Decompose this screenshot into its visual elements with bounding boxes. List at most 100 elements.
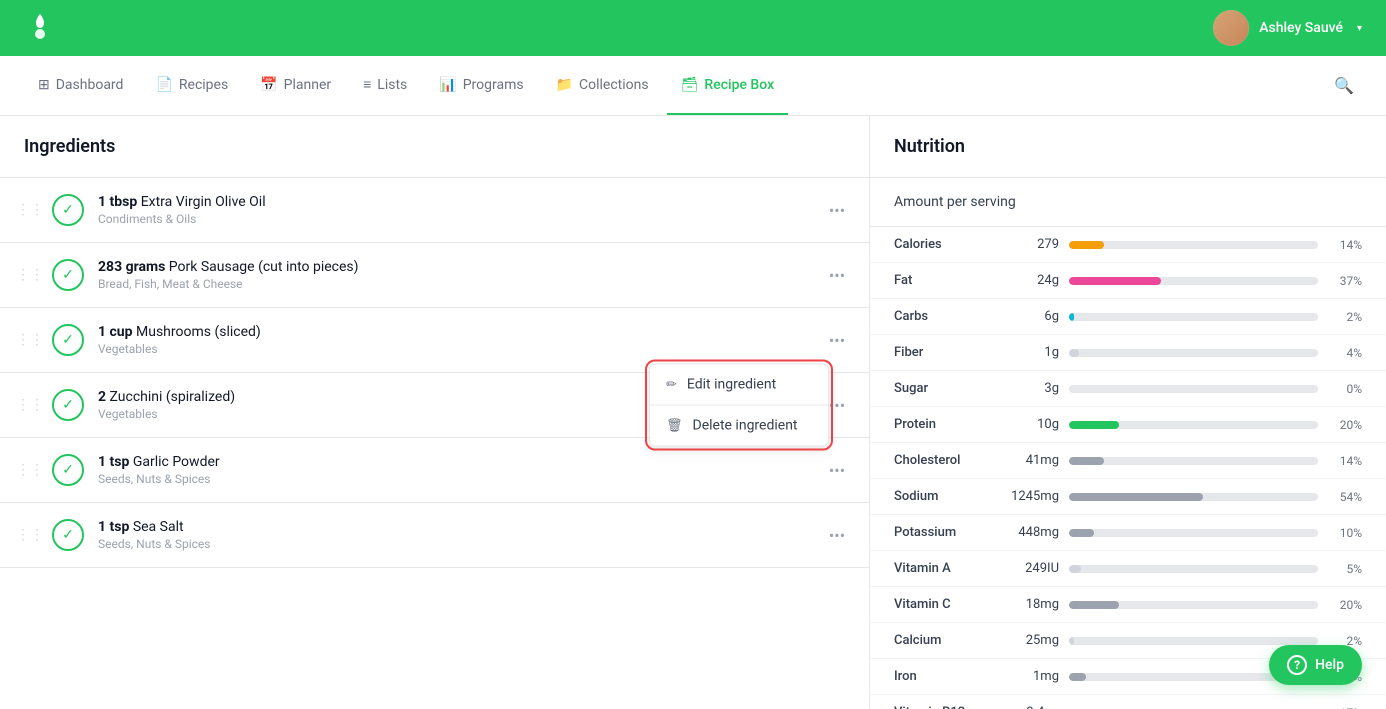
ingredient-row: ⋮⋮ ✓ 1 tsp Sea Salt Seeds, Nuts & Spices… <box>0 503 869 568</box>
more-options-button[interactable]: ••• <box>821 194 853 226</box>
bar-track <box>1069 277 1318 285</box>
ingredient-row: ⋮⋮ ✓ 1 tbsp Extra Virgin Olive Oil Condi… <box>0 178 869 243</box>
drag-handle-icon[interactable]: ⋮⋮ <box>8 397 52 413</box>
nutrition-label: Vitamin A <box>894 561 1004 576</box>
bar-track <box>1069 313 1318 321</box>
collections-icon: 📁 <box>556 77 573 93</box>
bar-track <box>1069 421 1318 429</box>
delete-ingredient-button[interactable]: 🗑 Delete ingredient <box>650 406 828 446</box>
nutrition-label: Vitamin B12 <box>894 705 1004 709</box>
nutrition-label: Sodium <box>894 489 1004 504</box>
nutrition-bar-container: 20% <box>1069 418 1362 432</box>
check-circle[interactable]: ✓ <box>52 324 84 356</box>
ingredient-dropdown-menu: ✏ Edit ingredient 🗑 Delete ingredient <box>649 364 829 447</box>
nav-label-programs: Programs <box>463 77 524 93</box>
nutrition-row: Fiber 1g 4% <box>870 335 1386 371</box>
ingredient-name: 283 grams Pork Sausage (cut into pieces) <box>98 259 821 275</box>
search-icon[interactable]: 🔍 <box>1326 68 1362 103</box>
nutrition-percent: 0% <box>1326 382 1362 396</box>
ingredient-info: 1 cup Mushrooms (sliced) Vegetables <box>98 324 821 356</box>
nav-label-dashboard: Dashboard <box>56 77 124 93</box>
user-menu[interactable]: Ashley Sauvé ▾ <box>1213 10 1362 46</box>
bar-track <box>1069 637 1318 645</box>
ingredient-category: Vegetables <box>98 342 821 356</box>
ingredient-amount: 1 tsp <box>98 519 129 535</box>
nutrition-bar-container: 17% <box>1069 706 1362 709</box>
nutrition-label: Carbs <box>894 309 1004 324</box>
nutrition-value: 1g <box>1004 345 1059 360</box>
avatar <box>1213 10 1249 46</box>
edit-ingredient-button[interactable]: ✏ Edit ingredient <box>650 365 828 406</box>
main-content: Ingredients ⋮⋮ ✓ 1 tbsp Extra Virgin Oli… <box>0 116 1386 709</box>
bar-fill <box>1069 421 1119 429</box>
edit-icon: ✏ <box>666 377 677 392</box>
ingredient-info: 283 grams Pork Sausage (cut into pieces)… <box>98 259 821 291</box>
more-options-button[interactable]: ••• <box>821 259 853 291</box>
drag-handle-icon[interactable]: ⋮⋮ <box>8 267 52 283</box>
nav-item-recipes[interactable]: 📄 Recipes <box>141 56 242 115</box>
nutrition-percent: 54% <box>1326 490 1362 504</box>
nav-item-programs[interactable]: 📊 Programs <box>425 56 537 115</box>
nutrition-label: Vitamin C <box>894 597 1004 612</box>
top-header: Ashley Sauvé ▾ <box>0 0 1386 56</box>
nutrition-row: Carbs 6g 2% <box>870 299 1386 335</box>
nav-item-dashboard[interactable]: ⊞ Dashboard <box>24 56 137 115</box>
nutrition-row: Vitamin C 18mg 20% <box>870 587 1386 623</box>
bar-fill <box>1069 313 1074 321</box>
drag-handle-icon[interactable]: ⋮⋮ <box>8 202 52 218</box>
nutrition-value: 249IU <box>1004 561 1059 576</box>
bar-fill <box>1069 637 1074 645</box>
nutrition-percent: 20% <box>1326 418 1362 432</box>
ingredient-text: Pork Sausage (cut into pieces) <box>169 259 359 275</box>
delete-ingredient-label: Delete ingredient <box>693 418 798 434</box>
nav-item-planner[interactable]: 📅 Planner <box>246 56 345 115</box>
ingredient-amount: 283 grams <box>98 259 165 275</box>
check-circle[interactable]: ✓ <box>52 194 84 226</box>
more-options-button[interactable]: ••• <box>821 454 853 486</box>
nutrition-value: 10g <box>1004 417 1059 432</box>
nutrition-percent: 20% <box>1326 598 1362 612</box>
nav-item-recipe-box[interactable]: 🗃 Recipe Box <box>667 56 789 115</box>
ingredients-panel: Ingredients ⋮⋮ ✓ 1 tbsp Extra Virgin Oli… <box>0 116 870 709</box>
drag-handle-icon[interactable]: ⋮⋮ <box>8 462 52 478</box>
nutrition-row: Protein 10g 20% <box>870 407 1386 443</box>
ingredient-text: Garlic Powder <box>133 454 220 470</box>
ingredient-row: ⋮⋮ ✓ 1 tsp Garlic Powder Seeds, Nuts & S… <box>0 438 869 503</box>
drag-handle-icon[interactable]: ⋮⋮ <box>8 332 52 348</box>
bar-track <box>1069 457 1318 465</box>
nutrition-value: 3g <box>1004 381 1059 396</box>
dashboard-icon: ⊞ <box>38 77 50 93</box>
bar-fill <box>1069 601 1119 609</box>
nutrition-value: 41mg <box>1004 453 1059 468</box>
planner-icon: 📅 <box>260 77 277 93</box>
chevron-down-icon: ▾ <box>1357 23 1362 34</box>
more-options-button[interactable]: ••• <box>821 324 853 356</box>
nutrition-value: 6g <box>1004 309 1059 324</box>
nutrition-bar-container: 2% <box>1069 310 1362 324</box>
check-circle[interactable]: ✓ <box>52 454 84 486</box>
check-circle[interactable]: ✓ <box>52 389 84 421</box>
nutrition-bar-container: 5% <box>1069 562 1362 576</box>
nutrition-value: 1mg <box>1004 669 1059 684</box>
more-options-button[interactable]: ••• <box>821 519 853 551</box>
ingredient-text: Extra Virgin Olive Oil <box>141 194 266 210</box>
nutrition-row: Cholesterol 41mg 14% <box>870 443 1386 479</box>
help-button[interactable]: ? Help <box>1269 645 1362 685</box>
drag-handle-icon[interactable]: ⋮⋮ <box>8 527 52 543</box>
nutrition-row: Vitamin A 249IU 5% <box>870 551 1386 587</box>
nav-item-collections[interactable]: 📁 Collections <box>542 56 663 115</box>
check-circle[interactable]: ✓ <box>52 259 84 291</box>
nutrition-bar-container: 14% <box>1069 454 1362 468</box>
nav-item-lists[interactable]: ≡ Lists <box>349 56 421 115</box>
check-circle[interactable]: ✓ <box>52 519 84 551</box>
nutrition-percent: 10% <box>1326 526 1362 540</box>
ingredient-category: Bread, Fish, Meat & Cheese <box>98 277 821 291</box>
amount-per-serving: Amount per serving <box>870 178 1386 227</box>
bar-fill <box>1069 457 1104 465</box>
bar-track <box>1069 529 1318 537</box>
ingredient-amount: 1 tbsp <box>98 194 137 210</box>
nutrition-percent: 5% <box>1326 562 1362 576</box>
logo-icon <box>24 12 56 44</box>
ingredient-category: Condiments & Oils <box>98 212 821 226</box>
ingredient-name: 1 tbsp Extra Virgin Olive Oil <box>98 194 821 210</box>
